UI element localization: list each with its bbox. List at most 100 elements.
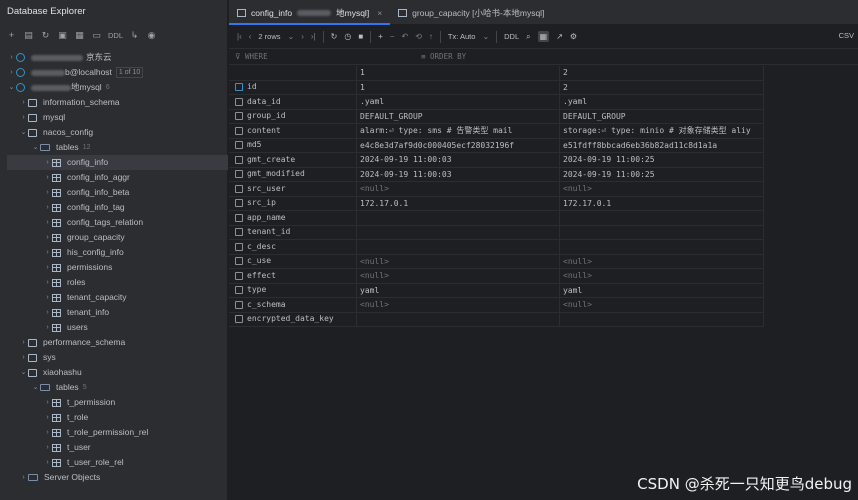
tree-connection-localhost[interactable]: › b@localhost 1 of 10 (0, 65, 228, 80)
chevron-right-icon[interactable]: › (43, 245, 52, 260)
tree-table[interactable]: › config_info_aggr (0, 170, 228, 185)
chevron-right-icon[interactable]: › (19, 95, 28, 110)
chevron-right-icon[interactable]: › (19, 470, 28, 485)
tree-schema[interactable]: › performance_schema (0, 335, 228, 350)
table-row[interactable]: id 1 2 (229, 80, 764, 95)
tree-table[interactable]: › t_permission (0, 395, 228, 410)
field-name-cell[interactable]: src_user (229, 182, 357, 196)
chevron-right-icon[interactable]: › (43, 185, 52, 200)
field-name-cell[interactable]: c_schema (229, 298, 357, 312)
chevron-down-icon[interactable]: ⌄ (288, 32, 295, 41)
field-name-cell[interactable]: group_id (229, 109, 357, 123)
field-name-cell[interactable]: app_name (229, 211, 357, 225)
tree-table[interactable]: › t_user (0, 440, 228, 455)
history-icon[interactable]: ◷ (344, 32, 351, 41)
value-cell[interactable]: <null> (357, 269, 560, 283)
tree-table[interactable]: › tenant_capacity (0, 290, 228, 305)
chevron-right-icon[interactable]: › (7, 50, 16, 65)
chevron-right-icon[interactable]: › (19, 335, 28, 350)
chevron-down-icon[interactable]: ⌄ (482, 32, 489, 41)
value-cell[interactable]: <null> (560, 269, 764, 283)
add-icon[interactable]: + (6, 29, 17, 41)
chevron-right-icon[interactable]: › (43, 200, 52, 215)
tree-table[interactable]: › config_info_tag (0, 200, 228, 215)
value-cell[interactable]: 2024-09-19 11:00:25 (560, 167, 764, 181)
chevron-right-icon[interactable]: › (43, 410, 52, 425)
field-name-cell[interactable]: id (229, 80, 357, 94)
chevron-right-icon[interactable]: › (43, 230, 52, 245)
chevron-down-icon[interactable]: ⌄ (31, 380, 40, 395)
field-name-cell[interactable]: data_id (229, 95, 357, 109)
tx-mode-dropdown[interactable]: Tx: Auto (448, 32, 476, 41)
tree-table[interactable]: › config_info_beta (0, 185, 228, 200)
column-header[interactable]: 2 (560, 66, 764, 80)
tree-table[interactable]: › group_capacity (0, 230, 228, 245)
tab-group-capacity[interactable]: group_capacity [小哈书-本地mysql] (390, 0, 552, 25)
search-icon[interactable]: ⌕ (526, 32, 530, 42)
chevron-right-icon[interactable]: › (43, 290, 52, 305)
field-name-cell[interactable]: gmt_modified (229, 167, 357, 181)
chevron-right-icon[interactable]: › (43, 395, 52, 410)
chevron-right-icon[interactable]: › (19, 350, 28, 365)
chevron-right-icon[interactable]: › (19, 110, 28, 125)
last-page-icon[interactable]: ›| (311, 32, 316, 41)
table-row[interactable]: src_user <null> <null> (229, 182, 764, 197)
delete-row-icon[interactable]: − (390, 32, 395, 41)
chevron-right-icon[interactable]: › (43, 440, 52, 455)
table-row[interactable]: effect <null> <null> (229, 269, 764, 284)
submit-icon[interactable]: ↑ (429, 32, 433, 41)
order-by-input[interactable]: ≡ ORDER BY (421, 52, 466, 61)
value-cell[interactable] (560, 240, 764, 254)
chevron-right-icon[interactable]: › (43, 170, 52, 185)
chevron-down-icon[interactable]: ⌄ (19, 365, 28, 380)
view-icon[interactable]: ◉ (146, 29, 157, 41)
value-cell[interactable]: <null> (357, 298, 560, 312)
field-name-cell[interactable]: c_desc (229, 240, 357, 254)
value-cell[interactable] (357, 225, 560, 239)
stop-icon[interactable]: ■ (358, 32, 363, 41)
value-cell[interactable] (560, 225, 764, 239)
tree-table[interactable]: › config_info (7, 155, 228, 170)
value-cell[interactable]: e4c8e3d7af9d0c000405ecf28032196f (357, 138, 560, 152)
chevron-right-icon[interactable]: › (43, 215, 52, 230)
transpose-icon[interactable]: ▦ (537, 31, 550, 42)
tree-folder[interactable]: ⌄ tables 5 (0, 380, 228, 395)
stop-icon[interactable]: ▣ (57, 29, 68, 41)
field-name-cell[interactable]: effect (229, 269, 357, 283)
datasource-icon[interactable]: ▤ (23, 29, 34, 41)
value-cell[interactable]: DEFAULT_GROUP (560, 109, 764, 123)
value-cell[interactable] (357, 211, 560, 225)
ddl-button[interactable]: DDL (108, 29, 123, 41)
table-row[interactable]: content alarm:⏎ type: sms # 告警类型 mail stor… (229, 124, 764, 139)
console-icon[interactable]: ▭ (91, 29, 102, 41)
field-name-cell[interactable]: type (229, 283, 357, 297)
where-filter-input[interactable]: ⊽ WHERE (235, 52, 268, 61)
value-cell[interactable] (357, 312, 560, 326)
first-page-icon[interactable]: |‹ (237, 32, 242, 41)
tree-table[interactable]: › t_role_permission_rel (0, 425, 228, 440)
table-row[interactable]: tenant_id (229, 225, 764, 240)
tree-schema[interactable]: › sys (0, 350, 228, 365)
table-row[interactable]: type yaml yaml (229, 283, 764, 298)
chevron-down-icon[interactable]: ⌄ (31, 140, 40, 155)
table-row[interactable]: gmt_modified 2024-09-19 11:00:03 2024-09-1… (229, 167, 764, 182)
value-cell[interactable] (357, 240, 560, 254)
value-cell[interactable]: yaml (357, 283, 560, 297)
field-name-cell[interactable]: c_use (229, 254, 357, 268)
value-cell[interactable]: .yaml (357, 95, 560, 109)
rows-selector[interactable]: 2 rows (258, 32, 280, 41)
chevron-right-icon[interactable]: › (43, 275, 52, 290)
value-cell[interactable]: 2024-09-19 11:00:03 (357, 167, 560, 181)
tree-table[interactable]: › users (0, 320, 228, 335)
table-row[interactable]: gmt_create 2024-09-19 11:00:03 2024-09-19 … (229, 153, 764, 168)
value-cell[interactable]: <null> (560, 182, 764, 196)
value-cell[interactable]: .yaml (560, 95, 764, 109)
tree-table[interactable]: › his_config_info (0, 245, 228, 260)
value-cell[interactable]: 2024-09-19 11:00:03 (357, 153, 560, 167)
column-header[interactable]: 1 (357, 66, 560, 80)
add-row-icon[interactable]: + (378, 32, 383, 41)
field-name-cell[interactable]: content (229, 124, 357, 138)
tree-table[interactable]: › config_tags_relation (0, 215, 228, 230)
value-cell[interactable]: yaml (560, 283, 764, 297)
tree-table[interactable]: › roles (0, 275, 228, 290)
